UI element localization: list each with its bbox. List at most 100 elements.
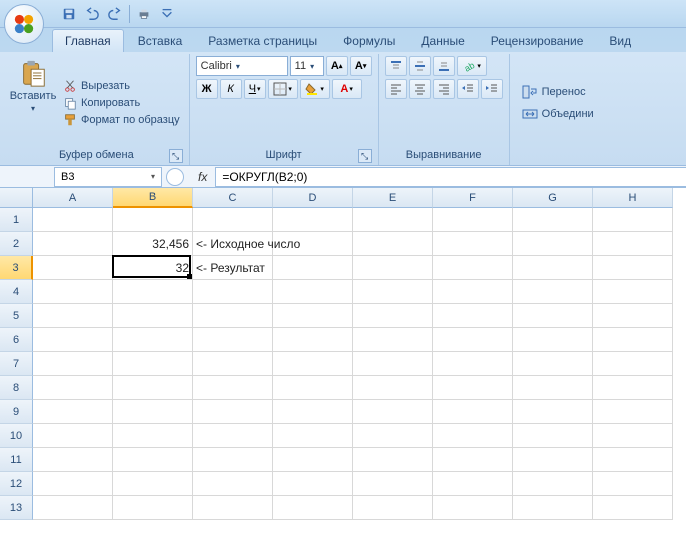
cell[interactable]: [353, 328, 433, 352]
paste-button[interactable]: Вставить ▾: [10, 56, 56, 149]
cell[interactable]: [193, 400, 273, 424]
cell[interactable]: [593, 328, 673, 352]
cell[interactable]: [433, 424, 513, 448]
cell[interactable]: [273, 352, 353, 376]
cell[interactable]: [593, 472, 673, 496]
cell[interactable]: [273, 400, 353, 424]
merge-button[interactable]: Объедини: [516, 104, 600, 124]
name-box[interactable]: B3▾: [54, 167, 162, 187]
cell[interactable]: [193, 376, 273, 400]
dialog-launcher-icon[interactable]: ⤡: [358, 149, 372, 163]
qat-customize-icon[interactable]: [156, 3, 178, 25]
cell[interactable]: [193, 496, 273, 520]
fx-icon[interactable]: fx: [198, 170, 207, 184]
cell[interactable]: [113, 472, 193, 496]
cell[interactable]: [353, 496, 433, 520]
fill-color-button[interactable]: ▾: [300, 79, 330, 99]
cell[interactable]: [113, 448, 193, 472]
cell[interactable]: [33, 352, 113, 376]
column-header[interactable]: C: [193, 188, 273, 208]
cell[interactable]: [273, 232, 353, 256]
cell[interactable]: [513, 232, 593, 256]
cell[interactable]: [513, 208, 593, 232]
cell[interactable]: [33, 304, 113, 328]
cell[interactable]: [593, 304, 673, 328]
cell[interactable]: [433, 400, 513, 424]
cell[interactable]: [113, 280, 193, 304]
cell[interactable]: [433, 376, 513, 400]
row-header[interactable]: 7: [0, 352, 33, 376]
cell[interactable]: [433, 232, 513, 256]
cell[interactable]: [353, 256, 433, 280]
row-header[interactable]: 1: [0, 208, 33, 232]
grow-font-button[interactable]: A▴: [326, 56, 348, 76]
cell[interactable]: [33, 256, 113, 280]
cell[interactable]: [433, 328, 513, 352]
cell[interactable]: [593, 256, 673, 280]
cell[interactable]: [273, 208, 353, 232]
tab-page-layout[interactable]: Разметка страницы: [196, 30, 329, 52]
cell[interactable]: [353, 472, 433, 496]
cell[interactable]: [593, 448, 673, 472]
cell[interactable]: [193, 328, 273, 352]
row-header[interactable]: 10: [0, 424, 33, 448]
cell[interactable]: [113, 376, 193, 400]
cell[interactable]: [273, 304, 353, 328]
cell[interactable]: [113, 208, 193, 232]
cell[interactable]: [433, 496, 513, 520]
align-right-button[interactable]: [433, 79, 455, 99]
cell[interactable]: [433, 280, 513, 304]
cell[interactable]: [113, 400, 193, 424]
cell[interactable]: [513, 376, 593, 400]
row-header[interactable]: 13: [0, 496, 33, 520]
cell[interactable]: [353, 400, 433, 424]
cell[interactable]: [513, 328, 593, 352]
save-icon[interactable]: [58, 3, 80, 25]
cell[interactable]: [33, 232, 113, 256]
cell[interactable]: [433, 208, 513, 232]
cell[interactable]: [433, 352, 513, 376]
dialog-launcher-icon[interactable]: ⤡: [169, 149, 183, 163]
wrap-text-button[interactable]: Перенос: [516, 82, 600, 102]
cell[interactable]: [433, 472, 513, 496]
cell[interactable]: [353, 208, 433, 232]
increase-indent-button[interactable]: [481, 79, 503, 99]
cell[interactable]: <- Исходное число: [193, 232, 273, 256]
cell[interactable]: [433, 448, 513, 472]
cell[interactable]: [113, 424, 193, 448]
cell[interactable]: [273, 472, 353, 496]
cell[interactable]: [113, 352, 193, 376]
office-button[interactable]: [4, 4, 44, 44]
cell[interactable]: [33, 280, 113, 304]
column-header[interactable]: G: [513, 188, 593, 208]
cell[interactable]: [273, 424, 353, 448]
cell[interactable]: [593, 424, 673, 448]
cell[interactable]: <- Результат: [193, 256, 273, 280]
column-header[interactable]: D: [273, 188, 353, 208]
cell[interactable]: [193, 448, 273, 472]
cell[interactable]: [513, 448, 593, 472]
cell[interactable]: [513, 472, 593, 496]
cell[interactable]: [513, 496, 593, 520]
row-header[interactable]: 12: [0, 472, 33, 496]
cell[interactable]: [353, 232, 433, 256]
cell[interactable]: [193, 208, 273, 232]
row-header[interactable]: 9: [0, 400, 33, 424]
cell[interactable]: [33, 400, 113, 424]
italic-button[interactable]: К: [220, 79, 242, 99]
cell[interactable]: [33, 472, 113, 496]
cell[interactable]: [593, 208, 673, 232]
cell[interactable]: [513, 352, 593, 376]
cell[interactable]: [433, 304, 513, 328]
cell[interactable]: [113, 496, 193, 520]
copy-button[interactable]: Копировать: [60, 95, 183, 111]
tab-home[interactable]: Главная: [52, 29, 124, 52]
undo-icon[interactable]: [81, 3, 103, 25]
cell[interactable]: [193, 424, 273, 448]
underline-button[interactable]: Ч▾: [244, 79, 266, 99]
tab-insert[interactable]: Вставка: [126, 30, 195, 52]
cell[interactable]: [353, 280, 433, 304]
cell[interactable]: [33, 376, 113, 400]
row-header[interactable]: 11: [0, 448, 33, 472]
formula-input[interactable]: =ОКРУГЛ(B2;0): [215, 167, 686, 187]
